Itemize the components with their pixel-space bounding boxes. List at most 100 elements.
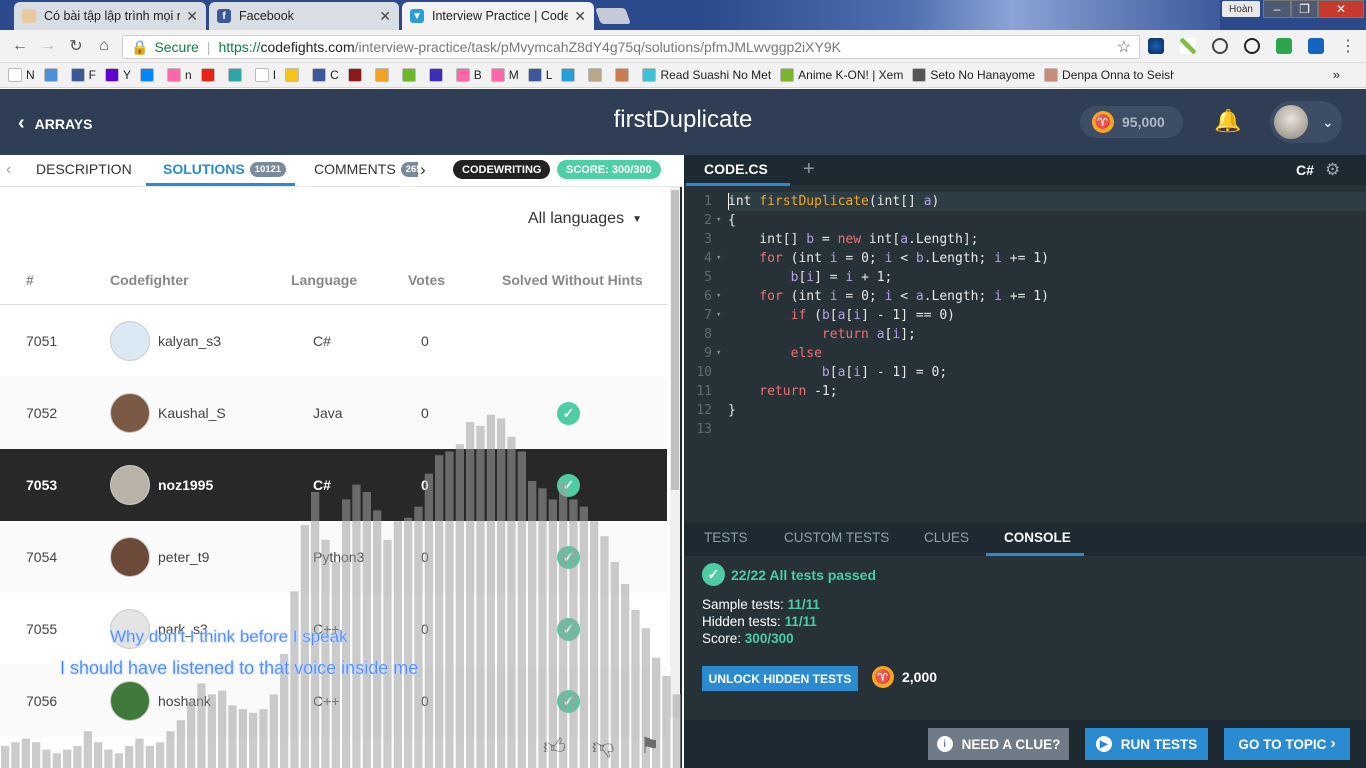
fold-caret-icon[interactable]: ▾ (716, 287, 721, 306)
browser-tab-bai-tap[interactable]: Có bài tập lập trình mọi ngày ✕ (14, 2, 206, 30)
tab-close-icon[interactable]: ✕ (186, 8, 198, 25)
back-arrow-icon[interactable]: ← (10, 36, 30, 56)
bookmark-item[interactable]: Seto No Hanayome (912, 68, 1035, 82)
thumbs-up-icon[interactable]: 👍︎ (543, 733, 566, 760)
bookmark-item[interactable] (615, 68, 633, 82)
extension-3-icon[interactable] (1212, 38, 1228, 54)
bookmark-item[interactable]: N (8, 68, 35, 82)
language-filter-dropdown[interactable]: All languages ▼ (528, 210, 642, 228)
bookmark-item[interactable] (374, 68, 393, 82)
extension-6-icon[interactable] (1308, 38, 1324, 54)
tab-close-icon[interactable]: ✕ (379, 8, 391, 25)
run-tests-button[interactable]: ▶ RUN TESTS (1085, 728, 1208, 760)
user-menu[interactable]: ⌄ (1270, 101, 1342, 143)
chrome-menu-icon[interactable]: ⋮ (1338, 36, 1358, 56)
unlock-hidden-tests-button[interactable]: UNLOCK HIDDEN TESTS (702, 666, 858, 691)
bookmark-item[interactable]: Denpa Onna to Seish (1044, 68, 1174, 82)
fold-caret-icon[interactable]: ▾ (716, 211, 721, 230)
bookmark-item[interactable]: Read Suashi No Met (642, 68, 771, 82)
bookmark-item[interactable] (227, 68, 246, 82)
code-editor[interactable]: 1 int firstDuplicate(int[] a) 2 ▾{3 int[] b… (684, 190, 1366, 522)
bookmark-item[interactable] (347, 68, 366, 82)
solution-author[interactable]: peter_t9 (110, 521, 209, 593)
bookmark-item[interactable]: Anime K-ON! | Xem (780, 68, 903, 82)
bookmark-item[interactable]: n (167, 68, 192, 82)
coin-balance[interactable]: ♈ 95,000 (1080, 106, 1183, 138)
forward-arrow-icon[interactable]: → (38, 36, 58, 56)
table-row[interactable]: 7053 C# 0 noz1995 ✓ (0, 449, 667, 521)
new-tab-button[interactable] (595, 8, 631, 24)
fold-caret-icon[interactable]: ▾ (716, 249, 721, 268)
need-a-clue-button[interactable]: i NEED A CLUE? (928, 728, 1069, 760)
tabs-next-chevron-icon[interactable]: › (420, 160, 426, 180)
bookmark-item[interactable] (43, 68, 62, 82)
bookmark-star-icon[interactable]: ☆ (1117, 37, 1131, 57)
extension-2-icon[interactable] (1180, 38, 1196, 54)
close-window-button[interactable]: ✕ (1318, 0, 1364, 18)
solution-language: Python3 (313, 549, 365, 565)
minimize-button[interactable]: – (1263, 0, 1291, 18)
tabs-prev-chevron-icon[interactable]: ‹ (6, 161, 11, 179)
bookmarks-overflow-icon[interactable]: » (1333, 67, 1340, 82)
home-icon[interactable]: ⌂ (94, 36, 114, 56)
tab-console[interactable]: CONSOLE (1004, 530, 1071, 545)
tab-comments[interactable]: COMMENTS 265 (314, 161, 418, 177)
username: kalyan_s3 (158, 333, 222, 349)
extension-5-icon[interactable] (1276, 38, 1292, 54)
tab-tests[interactable]: TESTS (704, 530, 748, 545)
bookmark-item[interactable]: L (527, 68, 552, 82)
back-to-arrays-link[interactable]: ‹ ARRAYS (18, 112, 93, 135)
browser-tab-codefights[interactable]: ▼ Interview Practice | Codefights ✕ (402, 2, 594, 30)
bookmark-item[interactable]: F (70, 68, 96, 82)
bookmark-item[interactable]: I (254, 68, 276, 82)
solution-author[interactable]: Kaushal_S (110, 377, 226, 449)
bookmark-item[interactable] (200, 68, 219, 82)
settings-gear-icon[interactable]: ⚙ (1325, 160, 1340, 180)
go-to-topic-button[interactable]: GO TO TOPIC › (1224, 728, 1350, 760)
table-row[interactable]: 7052 Java 0 Kaushal_S ✓ (0, 377, 667, 449)
bookmark-item[interactable]: C (312, 68, 339, 82)
fold-caret-icon[interactable]: ▾ (716, 306, 721, 325)
bookmark-item[interactable]: Y (105, 68, 131, 82)
reload-icon[interactable]: ↻ (66, 36, 86, 56)
go-to-topic-label: GO TO TOPIC (1238, 736, 1327, 752)
table-row[interactable]: 7054 Python3 0 peter_t9 ✓ (0, 521, 667, 593)
tab-custom-tests[interactable]: CUSTOM TESTS (784, 530, 889, 545)
bookmark-item[interactable] (561, 68, 579, 82)
tab-clues[interactable]: CLUES (924, 530, 969, 545)
table-row[interactable]: 7051 C# 0 kalyan_s3 (0, 305, 667, 377)
bookmark-item[interactable] (428, 68, 447, 82)
bookmark-item[interactable] (401, 68, 420, 82)
active-file-indicator (686, 183, 790, 186)
code-file-tab[interactable]: CODE.CS (704, 161, 768, 177)
address-bar[interactable]: 🔒 Secure | https:// codefights.com /inte… (122, 35, 1140, 59)
scrollbar-thumb[interactable] (671, 190, 679, 490)
flag-icon[interactable]: ⚑ (640, 733, 660, 759)
thumbs-down-icon[interactable]: 👎︎ (592, 733, 614, 760)
bookmark-item[interactable] (140, 68, 158, 82)
tab-solutions[interactable]: SOLUTIONS 10121 (163, 161, 287, 177)
add-tab-plus-icon[interactable]: + (803, 158, 815, 181)
extension-1-icon[interactable] (1148, 38, 1164, 54)
bookmark-item[interactable] (285, 68, 303, 82)
bookmark-item[interactable]: M (490, 68, 519, 82)
tab-description[interactable]: DESCRIPTION (36, 161, 132, 177)
maximize-button[interactable]: ❐ (1291, 0, 1318, 18)
tab-close-icon[interactable]: ✕ (574, 8, 586, 25)
language-selector[interactable]: C# (1296, 162, 1314, 178)
solution-author[interactable]: kalyan_s3 (110, 305, 221, 377)
code-token: for (728, 251, 783, 266)
bookmark-favicon-icon (588, 68, 603, 82)
code-token: = 0; (837, 251, 885, 266)
bookmark-item[interactable]: B (455, 68, 482, 82)
fold-caret-icon[interactable]: ▾ (716, 344, 721, 363)
extension-4-icon[interactable] (1244, 38, 1260, 54)
code-token: < (892, 289, 916, 304)
score-value: 300/300 (744, 631, 794, 646)
browser-tab-facebook[interactable]: f Facebook ✕ (209, 2, 399, 30)
solution-author[interactable]: noz1995 (110, 449, 213, 521)
bookmark-item[interactable] (588, 68, 606, 82)
username: hoshank (158, 693, 211, 709)
notification-bell-icon[interactable]: 🔔 (1214, 108, 1241, 134)
profile-button[interactable]: Hoàn (1222, 1, 1260, 17)
